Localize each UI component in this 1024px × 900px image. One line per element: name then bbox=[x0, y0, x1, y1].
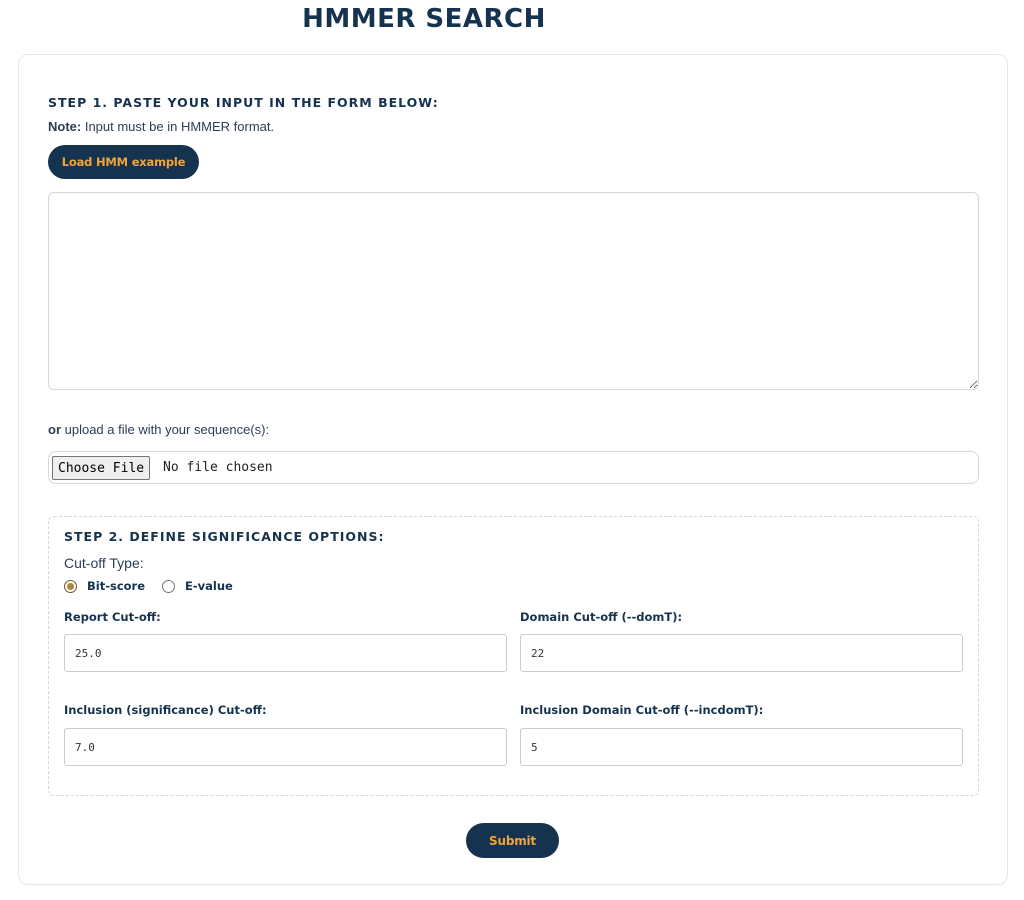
choose-file-button[interactable]: Choose File bbox=[52, 456, 151, 480]
significance-options-box: STEP 2. DEFINE SIGNIFICANCE OPTIONS: Cut… bbox=[48, 516, 979, 796]
upload-or: or bbox=[48, 422, 61, 437]
input-format-note: Note: Input must be in HMMER format. bbox=[48, 119, 274, 134]
step2-heading: STEP 2. DEFINE SIGNIFICANCE OPTIONS: bbox=[64, 529, 385, 544]
cutoff-type-label: Cut-off Type: bbox=[64, 555, 144, 571]
note-label: Note: bbox=[48, 119, 82, 134]
step1-heading: STEP 1. PASTE YOUR INPUT IN THE FORM BEL… bbox=[48, 95, 439, 110]
submit-button[interactable]: Submit bbox=[466, 823, 559, 858]
hmm-input-textarea[interactable] bbox=[48, 192, 979, 390]
inclusion-cutoff-input[interactable] bbox=[64, 728, 507, 766]
hmmer-search-form: STEP 1. PASTE YOUR INPUT IN THE FORM BEL… bbox=[18, 54, 1008, 885]
domain-cutoff-input[interactable] bbox=[520, 634, 963, 672]
note-text: Input must be in HMMER format. bbox=[81, 119, 275, 134]
e-value-label[interactable]: E-value bbox=[185, 579, 233, 593]
e-value-radio[interactable] bbox=[162, 579, 176, 593]
file-upload-input[interactable]: Choose File No file chosen bbox=[48, 451, 979, 484]
bit-score-label[interactable]: Bit-score bbox=[87, 579, 145, 593]
file-status-text: No file chosen bbox=[163, 460, 273, 475]
cutoff-type-radio-group: Bit-score E-value bbox=[64, 579, 250, 593]
domain-cutoff-label: Domain Cut-off (--domT): bbox=[520, 610, 683, 624]
report-cutoff-label: Report Cut-off: bbox=[64, 610, 161, 624]
load-hmm-example-button[interactable]: Load HMM example bbox=[48, 145, 199, 179]
bit-score-radio[interactable] bbox=[64, 579, 77, 593]
inclusion-domain-cutoff-label: Inclusion Domain Cut-off (--incdomT): bbox=[520, 703, 764, 717]
report-cutoff-input[interactable] bbox=[64, 634, 507, 672]
page-title: HMMER SEARCH bbox=[302, 4, 546, 34]
upload-text: upload a file with your sequence(s): bbox=[61, 422, 270, 437]
inclusion-cutoff-label: Inclusion (significance) Cut-off: bbox=[64, 703, 267, 717]
upload-label: or upload a file with your sequence(s): bbox=[48, 422, 269, 437]
inclusion-domain-cutoff-input[interactable] bbox=[520, 728, 963, 766]
